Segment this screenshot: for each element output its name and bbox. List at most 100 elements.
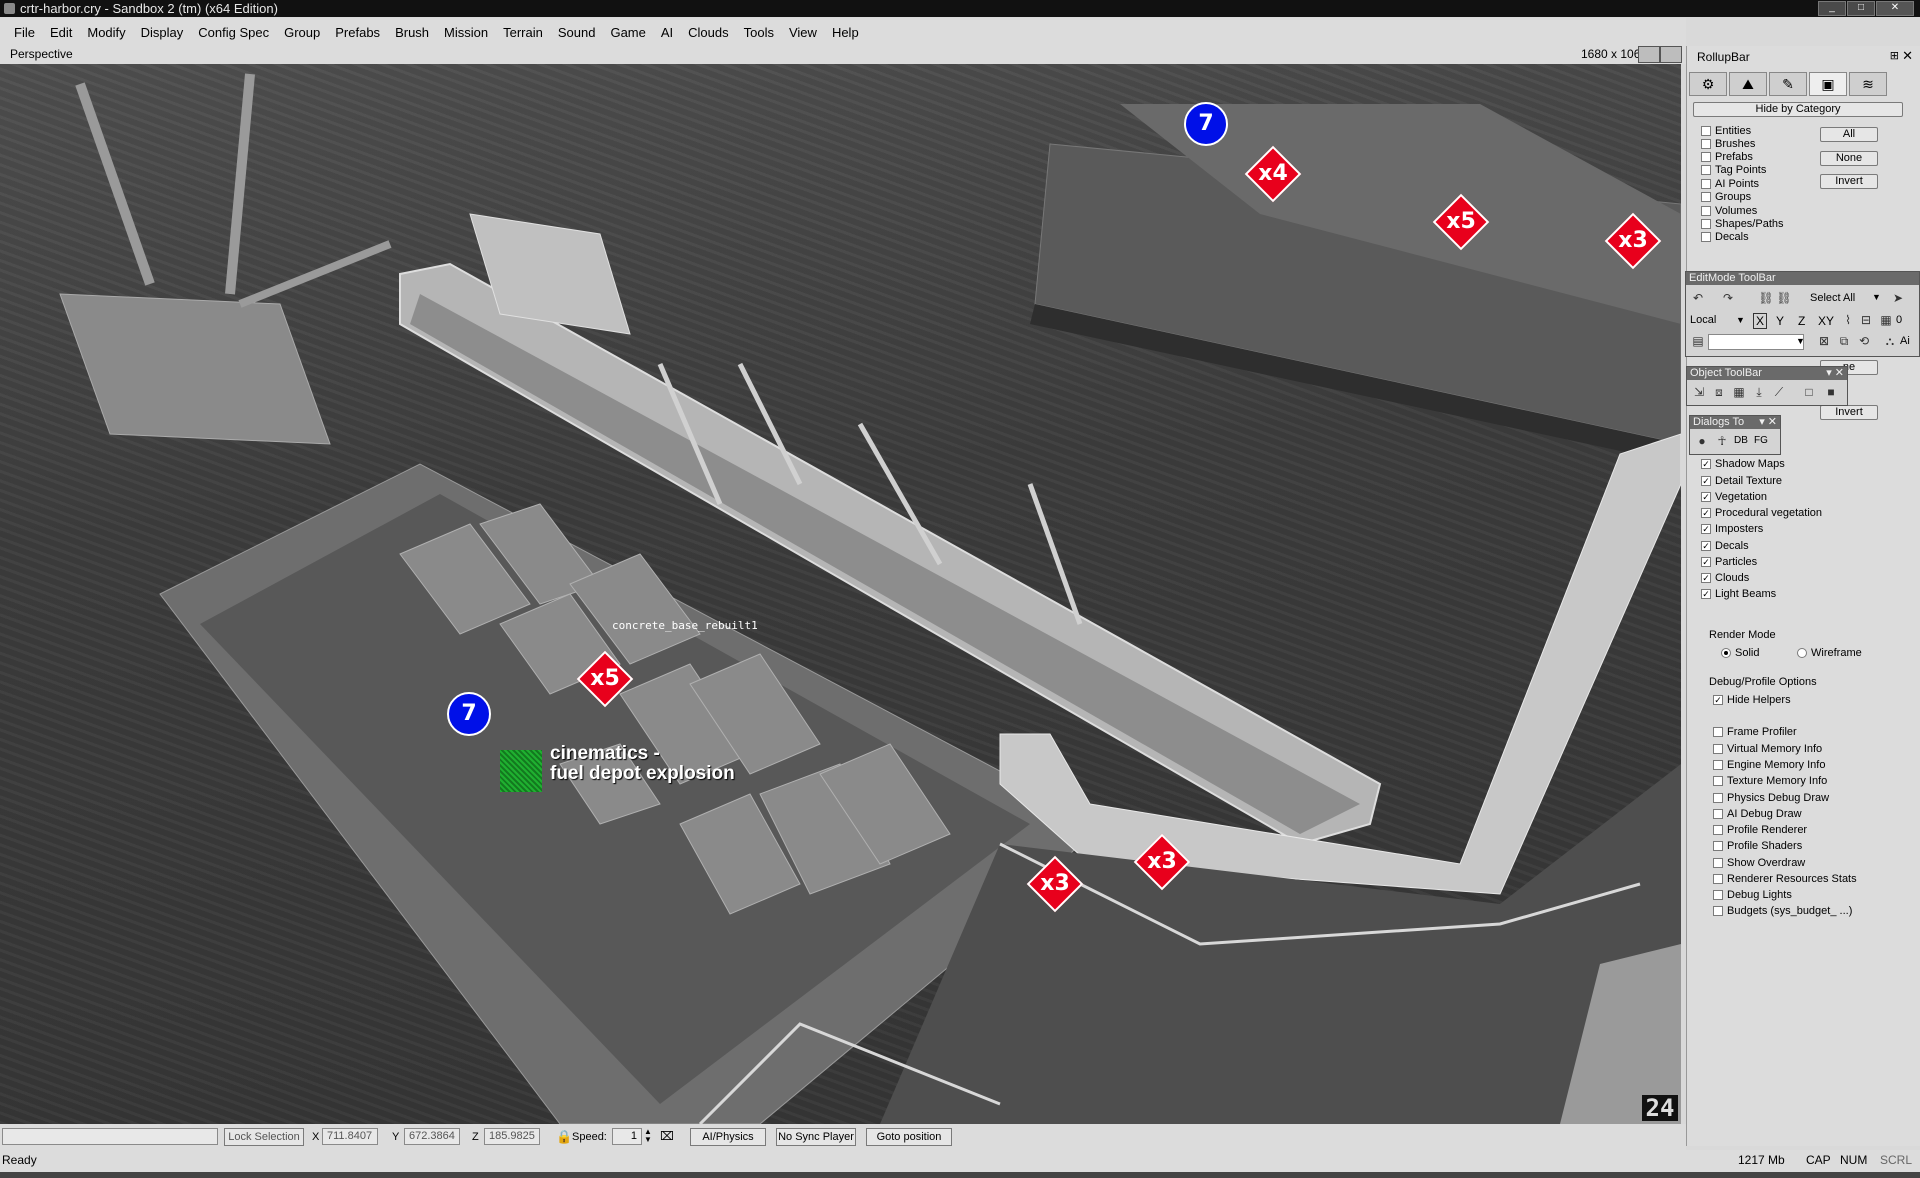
camera-icon[interactable]: ⌧ xyxy=(660,1129,674,1143)
checkbox[interactable] xyxy=(1713,890,1723,900)
align-to-terrain-icon[interactable]: ⟋ xyxy=(1771,385,1787,399)
viewport-label[interactable]: Perspective xyxy=(10,47,73,61)
checkbox[interactable] xyxy=(1713,776,1723,786)
category-groups[interactable]: Groups xyxy=(1701,190,1751,204)
database-button[interactable]: DB xyxy=(1734,435,1748,446)
debug-frame-profiler[interactable]: Frame Profiler xyxy=(1713,725,1797,739)
menu-ai[interactable]: AI xyxy=(661,25,673,40)
ai-layer-icon[interactable]: ⛬ xyxy=(1882,334,1898,348)
debug-renderer-resources-stats[interactable]: Renderer Resources Stats xyxy=(1713,872,1857,886)
render-mode-wireframe[interactable]: Wireframe xyxy=(1797,646,1862,660)
close-icon[interactable]: ▾ ✕ xyxy=(1826,367,1844,380)
checkbox[interactable] xyxy=(1701,165,1711,175)
material-icon[interactable]: ● xyxy=(1694,434,1710,448)
chevron-down-icon[interactable]: ▼ xyxy=(1736,315,1745,325)
grid-icon[interactable]: ▦ xyxy=(1878,313,1894,327)
undo-icon[interactable]: ↶ xyxy=(1690,291,1706,305)
tab-layers-icon[interactable]: ≋ xyxy=(1849,72,1887,96)
checkbox-checked[interactable]: ✓ xyxy=(1701,524,1711,534)
checkbox-checked[interactable]: ✓ xyxy=(1701,589,1711,599)
lock-selection-button[interactable]: Lock Selection xyxy=(224,1128,304,1146)
selection-field[interactable] xyxy=(2,1128,218,1145)
spinner-icon[interactable]: ▲ ▼ xyxy=(644,1128,652,1144)
select-all-dropdown[interactable]: Select All xyxy=(1810,292,1855,304)
cinematic-trigger-icon[interactable] xyxy=(500,750,542,792)
checkbox-checked[interactable]: ✓ xyxy=(1701,541,1711,551)
character-icon[interactable]: ☥ xyxy=(1714,434,1730,448)
axis-xy-button[interactable]: XY xyxy=(1818,314,1834,328)
menu-help[interactable]: Help xyxy=(832,25,859,40)
option-light-beams[interactable]: ✓ Light Beams xyxy=(1701,587,1776,601)
terrain-snap-icon[interactable]: ⌇ xyxy=(1840,313,1856,327)
menu-group[interactable]: Group xyxy=(284,25,320,40)
checkbox-checked[interactable]: ✓ xyxy=(1701,508,1711,518)
checkbox-checked[interactable]: ✓ xyxy=(1701,459,1711,469)
menu-mission[interactable]: Mission xyxy=(444,25,488,40)
marker-diamond-x3-top[interactable]: x3 xyxy=(1604,212,1662,270)
chevron-down-icon[interactable]: ▼ xyxy=(1796,336,1805,346)
minimize-button[interactable]: _ xyxy=(1818,1,1846,16)
layer-icon[interactable]: ▤ xyxy=(1690,334,1706,348)
z-coordinate-field[interactable]: 185.9825 xyxy=(484,1128,540,1145)
checkbox[interactable] xyxy=(1713,906,1723,916)
rollup-close-icon[interactable]: ✕ xyxy=(1902,48,1913,64)
menu-config-spec[interactable]: Config Spec xyxy=(198,25,269,40)
marker-diamond-x4[interactable]: x4 xyxy=(1244,145,1302,203)
tab-display-icon[interactable]: ▣ xyxy=(1809,72,1847,96)
debug-profile-renderer[interactable]: Profile Renderer xyxy=(1713,823,1807,837)
maximize-button[interactable]: □ xyxy=(1847,1,1875,16)
debug-budgets[interactable]: Budgets (sys_budget_ ...) xyxy=(1713,904,1852,918)
viewport-maximize-icon[interactable] xyxy=(1660,46,1682,63)
link-icon[interactable]: ⛓ xyxy=(1758,291,1774,305)
invert-button-2[interactable]: Invert xyxy=(1820,405,1878,420)
menu-terrain[interactable]: Terrain xyxy=(503,25,543,40)
menu-brush[interactable]: Brush xyxy=(395,25,429,40)
flowgraph-button[interactable]: FG xyxy=(1754,435,1768,446)
group-icon[interactable]: ⧈ xyxy=(1711,385,1727,399)
checkbox-checked[interactable]: ✓ xyxy=(1713,695,1723,705)
no-sync-player-button[interactable]: No Sync Player xyxy=(776,1128,856,1146)
menu-prefabs[interactable]: Prefabs xyxy=(335,25,380,40)
category-entities[interactable]: Entities xyxy=(1701,124,1751,138)
cursor-icon[interactable]: ➤ xyxy=(1890,291,1906,305)
checkbox[interactable] xyxy=(1713,793,1723,803)
option-imposters[interactable]: ✓ Imposters xyxy=(1701,522,1763,536)
option-clouds[interactable]: ✓ Clouds xyxy=(1701,571,1749,585)
render-mode-solid[interactable]: Solid xyxy=(1721,646,1759,660)
option-vegetation[interactable]: ✓ Vegetation xyxy=(1701,490,1767,504)
x-coordinate-field[interactable]: 711.8407 xyxy=(322,1128,378,1145)
debug-debug-lights[interactable]: Debug Lights xyxy=(1713,888,1792,902)
option-shadow-maps[interactable]: ✓ Shadow Maps xyxy=(1701,457,1785,471)
redo-icon[interactable]: ↷ xyxy=(1720,291,1736,305)
layer-dropdown[interactable] xyxy=(1708,334,1804,350)
snap-icon[interactable]: ⊠ xyxy=(1816,334,1832,348)
category-prefabs[interactable]: Prefabs xyxy=(1701,150,1753,164)
ai-physics-button[interactable]: AI/Physics xyxy=(690,1128,766,1146)
checkbox[interactable] xyxy=(1701,139,1711,149)
menu-view[interactable]: View xyxy=(789,25,817,40)
category-volumes[interactable]: Volumes xyxy=(1701,204,1757,218)
grid-object-icon[interactable]: ▦ xyxy=(1731,385,1747,399)
all-button[interactable]: All xyxy=(1820,127,1878,142)
radio-selected[interactable] xyxy=(1721,648,1731,658)
align-icon[interactable]: ⊟ xyxy=(1858,313,1874,327)
category-brushes[interactable]: Brushes xyxy=(1701,137,1755,151)
checkbox[interactable] xyxy=(1701,219,1711,229)
checkbox[interactable] xyxy=(1701,232,1711,242)
checkbox-checked[interactable]: ✓ xyxy=(1701,557,1711,567)
tab-terrain-icon[interactable]: ⛰ xyxy=(1729,72,1767,96)
chevron-down-icon[interactable]: ▼ xyxy=(1872,292,1881,302)
category-shapes-paths[interactable]: Shapes/Paths xyxy=(1701,217,1784,231)
checkbox-checked[interactable]: ✓ xyxy=(1701,573,1711,583)
checkbox[interactable] xyxy=(1713,809,1723,819)
category-tag-points[interactable]: Tag Points xyxy=(1701,163,1766,177)
y-coordinate-field[interactable]: 672.3864 xyxy=(404,1128,460,1145)
menu-modify[interactable]: Modify xyxy=(87,25,125,40)
debug-ai-debug-draw[interactable]: AI Debug Draw xyxy=(1713,807,1802,821)
marker-diamond-x5-pier[interactable]: x5 xyxy=(576,650,634,708)
tab-objects-icon[interactable]: ⚙ xyxy=(1689,72,1727,96)
checkbox-checked[interactable]: ✓ xyxy=(1701,476,1711,486)
marker-diamond-x3-lower-left[interactable]: x3 xyxy=(1026,855,1084,913)
invert-button[interactable]: Invert xyxy=(1820,174,1878,189)
option-decals[interactable]: ✓ Decals xyxy=(1701,539,1749,553)
